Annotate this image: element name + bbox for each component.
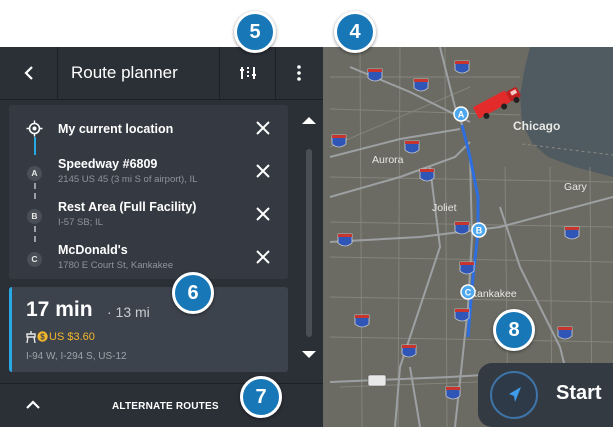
stop-marker-b: B (27, 209, 42, 224)
stop-a[interactable]: A Speedway #6809 2145 US 45 (3 mi S of a… (9, 152, 288, 192)
current-location-icon (26, 120, 43, 137)
route-summary-card[interactable]: 17 min · 13 mi $ US $3.60 I-94 W, I-294 … (9, 287, 288, 372)
lake-michigan (520, 47, 613, 177)
remove-stop-button[interactable] (253, 248, 273, 268)
close-icon (256, 164, 270, 178)
svg-text:Kankakee: Kankakee (470, 288, 517, 300)
svg-text:B: B (476, 226, 483, 236)
stop-marker-a: A (27, 166, 42, 181)
callout-badge-6: 6 (172, 272, 214, 314)
route-distance: · 13 mi (107, 304, 150, 320)
stop-name: Speedway #6809 (58, 157, 158, 171)
remove-stop-button[interactable] (253, 162, 273, 182)
stop-name: McDonald's (58, 243, 128, 257)
scroll-track[interactable] (306, 149, 312, 337)
stop-current-location[interactable]: My current location (9, 108, 288, 148)
stop-marker-c: C (27, 252, 42, 267)
svg-text:Aurora: Aurora (372, 154, 404, 166)
route-roads: I-94 W, I-294 S, US-12 (26, 351, 127, 362)
stop-address: 1780 E Court St, Kankakee (58, 260, 174, 271)
svg-text:A: A (458, 110, 465, 120)
remove-stop-button[interactable] (253, 119, 273, 139)
truck-icon (473, 87, 521, 119)
callout-badge-4: 4 (334, 11, 376, 53)
stop-c[interactable]: C McDonald's 1780 E Court St, Kankakee (9, 238, 288, 278)
chevron-left-icon (23, 66, 33, 80)
toll-coin-icon: $ (37, 331, 48, 342)
stop-name: My current location (58, 122, 174, 136)
stops-list: My current location A Speedway #6809 214… (9, 105, 288, 279)
start-label: Start (556, 382, 602, 404)
svg-text:C: C (465, 288, 472, 298)
alternate-routes-label: ALTERNATE ROUTES (112, 401, 219, 412)
stop-address: 2145 US 45 (3 mi S of airport), IL (58, 174, 198, 185)
callout-badge-7: 7 (240, 376, 282, 418)
callout-badge-5: 5 (234, 11, 276, 53)
back-button[interactable] (0, 47, 58, 99)
route-planner-panel: Route planner My current location A Spee… (0, 47, 323, 427)
svg-text:Joliet: Joliet (432, 202, 457, 214)
route-options-button[interactable] (220, 47, 276, 99)
scrollbar[interactable] (296, 105, 323, 375)
arrow-icon (509, 387, 521, 402)
navigation-arrow-icon (490, 371, 538, 419)
svg-text:Chicago: Chicago (513, 119, 560, 133)
close-icon (256, 250, 270, 264)
scroll-down-arrow-icon[interactable] (302, 351, 316, 358)
more-options-button[interactable] (275, 47, 323, 99)
selected-route-indicator (9, 287, 12, 372)
route-options-icon (239, 67, 256, 79)
callout-badge-8: 8 (493, 309, 535, 351)
svg-text:$: $ (40, 333, 45, 342)
toll-cost: US $3.60 (49, 331, 95, 343)
remove-stop-button[interactable] (253, 205, 273, 225)
start-navigation-button[interactable]: Start (478, 363, 613, 427)
page-title: Route planner (57, 47, 220, 99)
scroll-up-arrow-icon[interactable] (302, 117, 316, 124)
toll-road-icon (26, 331, 36, 343)
top-bar: Route planner (0, 47, 323, 100)
svg-text:Gary: Gary (564, 181, 588, 193)
close-icon (256, 121, 270, 135)
route-duration: 17 min (26, 298, 93, 321)
stop-b[interactable]: B Rest Area (Full Facility) I-57 SB; IL (9, 195, 288, 235)
chevron-up-icon (26, 400, 40, 409)
close-icon (256, 207, 270, 221)
more-vertical-icon (297, 65, 301, 81)
app-screen: Chicago Aurora Joliet Gary Kankakee A B … (0, 0, 613, 427)
stop-address: I-57 SB; IL (58, 217, 103, 228)
stop-name: Rest Area (Full Facility) (58, 200, 197, 214)
